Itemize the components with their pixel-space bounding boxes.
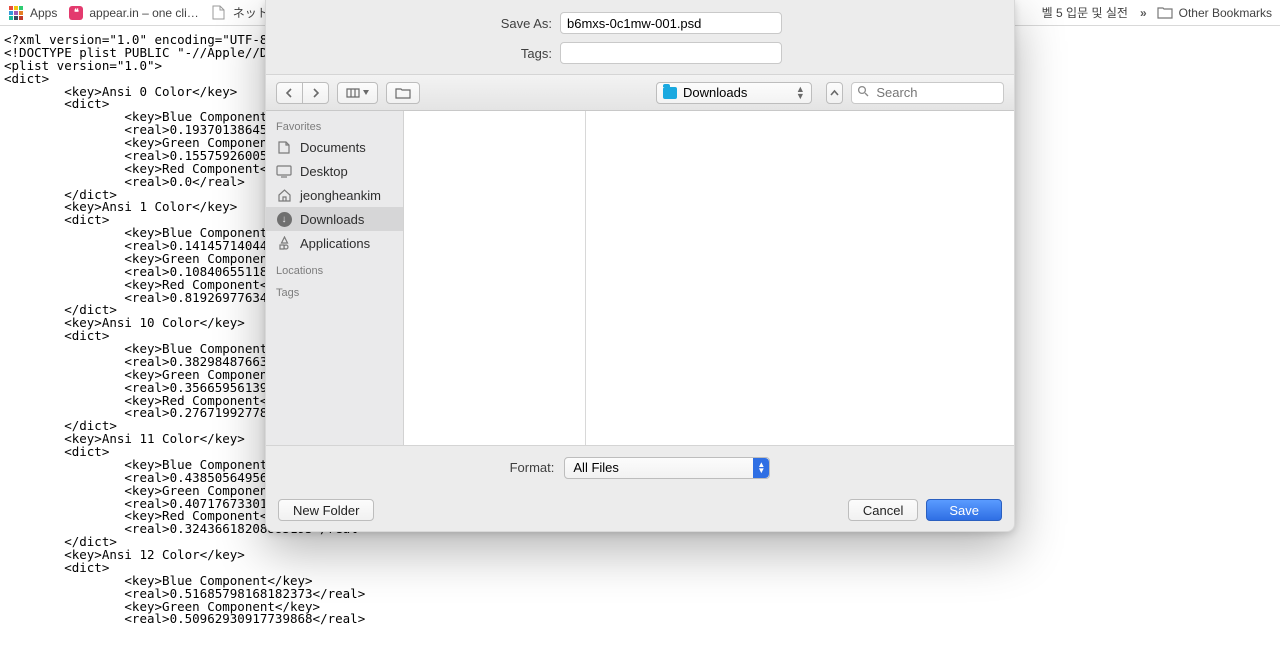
document-icon xyxy=(211,5,227,21)
search-input[interactable] xyxy=(851,82,1004,104)
bookmark-apps[interactable]: Apps xyxy=(8,5,57,21)
file-column-1[interactable] xyxy=(404,111,586,445)
chevron-down-icon xyxy=(363,90,369,95)
sidebar-header-favorites: Favorites xyxy=(266,117,403,135)
collapse-button[interactable] xyxy=(826,82,844,104)
sidebar-item-applications[interactable]: Applications xyxy=(266,231,403,255)
bookmark-label: 벨 5 입문 및 실전 xyxy=(1042,4,1128,21)
save-as-label: Save As: xyxy=(282,16,552,31)
save-as-input[interactable] xyxy=(560,12,782,34)
sidebar: Favorites Documents Desktop jeongheankim xyxy=(266,111,404,445)
bookmark-label: appear.in – one cli… xyxy=(89,6,198,20)
chevron-left-icon xyxy=(285,88,294,98)
location-label: Downloads xyxy=(683,85,747,100)
save-button[interactable]: Save xyxy=(926,499,1002,521)
sidebar-item-label: Desktop xyxy=(300,164,348,179)
file-column-2[interactable] xyxy=(586,111,1014,445)
sidebar-item-label: jeongheankim xyxy=(300,188,381,203)
new-folder-button[interactable]: New Folder xyxy=(278,499,374,521)
chevron-up-icon xyxy=(830,89,839,97)
format-select[interactable]: All Files ▲▼ xyxy=(564,457,770,479)
home-icon xyxy=(276,187,292,203)
save-dialog: Save As: Tags: Downloads ▲▼ xyxy=(265,0,1015,532)
dialog-footer: New Folder Cancel Save xyxy=(266,489,1014,531)
format-value: All Files xyxy=(573,460,619,475)
sidebar-item-documents[interactable]: Documents xyxy=(266,135,403,159)
cancel-button[interactable]: Cancel xyxy=(848,499,918,521)
apps-grid-icon xyxy=(8,5,24,21)
location-popup[interactable]: Downloads ▲▼ xyxy=(656,82,812,104)
documents-icon xyxy=(276,139,292,155)
dialog-header: Save As: Tags: xyxy=(266,0,1014,74)
appear-icon: ❝ xyxy=(69,6,83,20)
bookmark-other[interactable]: Other Bookmarks xyxy=(1157,5,1272,21)
columns-icon xyxy=(346,88,360,98)
nav-button-group xyxy=(276,82,329,104)
folder-outline-icon xyxy=(395,87,411,99)
sidebar-item-home[interactable]: jeongheankim xyxy=(266,183,403,207)
select-arrows-icon: ▲▼ xyxy=(753,458,769,478)
applications-icon xyxy=(276,235,292,251)
tags-input[interactable] xyxy=(560,42,782,64)
downloads-folder-icon xyxy=(663,87,677,99)
tags-label: Tags: xyxy=(282,46,552,61)
sidebar-item-label: Downloads xyxy=(300,212,364,227)
new-folder-icon-button[interactable] xyxy=(386,82,420,104)
forward-button[interactable] xyxy=(302,82,329,104)
sidebar-header-tags: Tags xyxy=(266,283,403,301)
search-icon xyxy=(857,85,869,100)
downloads-icon: ↓ xyxy=(276,211,292,227)
sidebar-item-downloads[interactable]: ↓ Downloads xyxy=(266,207,403,231)
folder-icon xyxy=(1157,5,1173,21)
sidebar-item-label: Applications xyxy=(300,236,370,251)
desktop-icon xyxy=(276,163,292,179)
format-label: Format: xyxy=(510,460,555,475)
bookmark-korean[interactable]: 벨 5 입문 및 실전 xyxy=(1042,4,1128,21)
format-row: Format: All Files ▲▼ xyxy=(266,445,1014,489)
view-mode-button[interactable] xyxy=(337,82,378,104)
chevron-right-icon xyxy=(311,88,320,98)
popup-arrows-icon: ▲▼ xyxy=(796,86,805,100)
bookmarks-overflow-icon[interactable]: » xyxy=(1140,6,1145,20)
bookmark-label: Apps xyxy=(30,6,57,20)
sidebar-item-desktop[interactable]: Desktop xyxy=(266,159,403,183)
search-field-wrap xyxy=(851,82,1004,104)
dialog-body: Favorites Documents Desktop jeongheankim xyxy=(266,111,1014,445)
bookmark-appear[interactable]: ❝ appear.in – one cli… xyxy=(69,6,198,20)
sidebar-header-locations: Locations xyxy=(266,261,403,279)
dialog-toolbar: Downloads ▲▼ xyxy=(266,74,1014,111)
bookmark-label: Other Bookmarks xyxy=(1179,6,1272,20)
sidebar-item-label: Documents xyxy=(300,140,366,155)
back-button[interactable] xyxy=(276,82,303,104)
